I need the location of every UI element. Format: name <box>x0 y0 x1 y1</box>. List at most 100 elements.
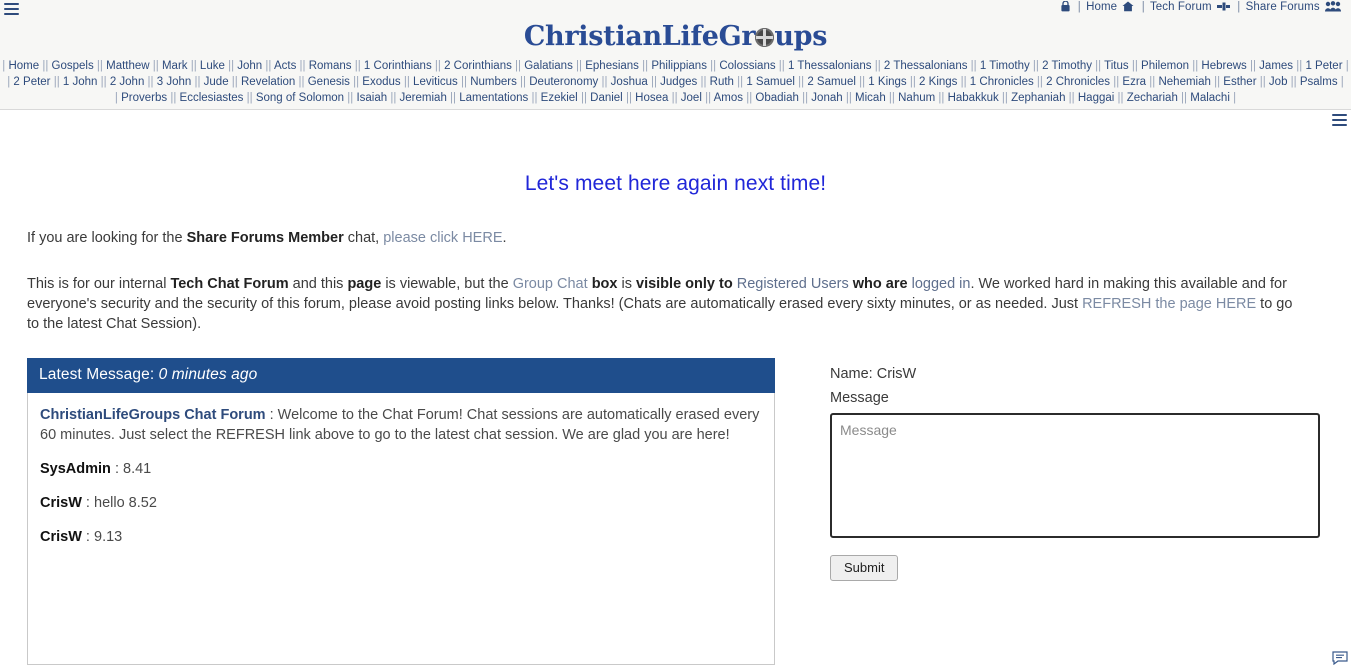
book-nav-item[interactable]: Zephaniah <box>1008 92 1069 104</box>
book-nav-item[interactable]: Song of Solomon <box>253 92 348 104</box>
book-nav-item[interactable]: Isaiah <box>353 92 390 104</box>
book-nav-item[interactable]: Psalms <box>1297 76 1341 88</box>
book-nav-item[interactable]: Hebrews <box>1198 60 1250 72</box>
book-nav-item[interactable]: Haggai <box>1075 92 1118 104</box>
book-nav-item[interactable]: Exodus <box>359 76 404 88</box>
chat-panel-header: Latest Message: 0 minutes ago <box>27 358 775 393</box>
chat-message-author[interactable]: ChristianLifeGroups Chat Forum <box>40 407 266 423</box>
top-nav-tech-forum[interactable]: Tech Forum <box>1150 1 1212 13</box>
book-nav-item[interactable]: Proverbs <box>118 92 170 104</box>
book-nav-item[interactable]: 1 Timothy <box>977 60 1033 72</box>
book-nav-item[interactable]: 2 Thessalonians <box>881 60 971 72</box>
hamburger-bar <box>1332 124 1347 126</box>
book-nav-item[interactable]: Zechariah <box>1124 92 1182 104</box>
book-nav-item[interactable]: Ephesians <box>582 60 642 72</box>
book-nav-item[interactable]: Nehemiah <box>1155 76 1214 88</box>
book-nav-item[interactable]: Deuteronomy <box>526 76 601 88</box>
book-nav-item[interactable]: 1 Kings <box>865 76 910 88</box>
nav-separator: | <box>1237 1 1241 13</box>
book-nav-item[interactable]: Luke <box>197 60 228 72</box>
book-nav-item[interactable]: Lamentations <box>456 92 531 104</box>
desc-bold-page: page <box>347 276 382 292</box>
book-nav-item[interactable]: Home <box>5 60 42 72</box>
book-nav-item[interactable]: Romans <box>306 60 355 72</box>
hamburger-menu-icon[interactable] <box>4 3 19 18</box>
book-nav-item[interactable]: 2 John <box>107 76 148 88</box>
book-nav-item[interactable]: Joel <box>678 92 706 104</box>
book-nav-item[interactable]: Mark <box>159 60 191 72</box>
book-nav-item[interactable]: Ezekiel <box>537 92 580 104</box>
site-logo-area: ChristianLifeGr ups <box>0 18 1351 58</box>
please-click-here-link[interactable]: please click HERE <box>383 230 502 246</box>
chat-bubble-icon[interactable] <box>1332 651 1348 666</box>
book-nav-item[interactable]: Obadiah <box>752 92 802 104</box>
book-nav-item[interactable]: Titus <box>1101 60 1132 72</box>
book-nav-item[interactable]: Judges <box>657 76 700 88</box>
logged-in-link[interactable]: logged in <box>912 276 971 292</box>
book-nav-item[interactable]: Malachi <box>1187 92 1233 104</box>
book-nav-item[interactable]: Genesis <box>305 76 354 88</box>
book-nav-item[interactable]: 1 Peter <box>1302 60 1345 72</box>
page-menu-icon[interactable] <box>1332 114 1347 129</box>
book-nav-item[interactable]: 3 John <box>154 76 195 88</box>
hamburger-bar <box>1332 119 1347 121</box>
book-nav-item[interactable]: 1 Samuel <box>743 76 798 88</box>
book-nav-item[interactable]: Job <box>1266 76 1291 88</box>
book-nav-item[interactable]: Numbers <box>467 76 520 88</box>
book-nav-item[interactable]: Philemon <box>1138 60 1192 72</box>
book-nav-item[interactable]: Leviticus <box>410 76 461 88</box>
site-logo[interactable]: ChristianLifeGr ups <box>524 20 828 54</box>
book-nav-item[interactable]: 1 Thessalonians <box>785 60 875 72</box>
top-nav-home[interactable]: Home <box>1086 1 1117 13</box>
book-nav-item[interactable]: Jeremiah <box>396 92 450 104</box>
registered-users-link[interactable]: Registered Users <box>737 276 849 292</box>
book-nav-item[interactable]: Ecclesiastes <box>176 92 246 104</box>
lock-icon <box>1061 0 1070 15</box>
book-nav-item[interactable]: Acts <box>271 60 299 72</box>
header-divider <box>0 109 1351 110</box>
book-nav-item[interactable]: 1 Corinthians <box>361 60 435 72</box>
book-nav-item[interactable]: Ezra <box>1119 76 1149 88</box>
book-nav-item[interactable]: Nahum <box>895 92 938 104</box>
submit-button[interactable]: Submit <box>830 555 899 581</box>
book-nav-item[interactable]: Hosea <box>632 92 672 104</box>
book-nav-item[interactable]: 2 Timothy <box>1039 60 1095 72</box>
group-chat-link[interactable]: Group Chat <box>513 276 588 292</box>
chat-message: SysAdmin : 8.41 <box>40 459 762 479</box>
chat-message-text: 9.13 <box>94 529 123 545</box>
desc-text-1: This is for our internal <box>27 276 171 292</box>
book-nav-item[interactable]: Philippians <box>648 60 710 72</box>
desc-text-5: is <box>617 276 636 292</box>
book-nav-item[interactable]: 2 Kings <box>916 76 961 88</box>
chat-message-list: ChristianLifeGroups Chat Forum : Welcome… <box>28 393 774 547</box>
book-nav-item[interactable]: Galatians <box>521 60 576 72</box>
book-nav-item[interactable]: 2 Corinthians <box>441 60 515 72</box>
book-nav-item[interactable]: Colossians <box>716 60 779 72</box>
book-nav-item[interactable]: James <box>1256 60 1296 72</box>
book-nav-item[interactable]: 2 Peter <box>10 76 53 88</box>
book-nav-item[interactable]: Gospels <box>48 60 97 72</box>
book-nav-item[interactable]: Daniel <box>587 92 626 104</box>
book-nav-item[interactable]: 1 Chronicles <box>967 76 1037 88</box>
chat-message-author: CrisW <box>40 529 82 545</box>
top-nav-share-forums[interactable]: Share Forums <box>1246 1 1320 13</box>
book-nav-item[interactable]: John <box>234 60 265 72</box>
refresh-page-here-link[interactable]: REFRESH the page HERE <box>1082 296 1256 312</box>
book-nav-item[interactable]: Ruth <box>706 76 737 88</box>
book-nav-item[interactable]: Micah <box>852 92 889 104</box>
book-nav-item[interactable]: Jonah <box>808 92 846 104</box>
book-nav-item[interactable]: Amos <box>711 92 746 104</box>
book-nav-item[interactable]: Jude <box>200 76 231 88</box>
book-nav-item[interactable]: Habakkuk <box>944 92 1002 104</box>
book-nav-item[interactable]: Matthew <box>103 60 153 72</box>
book-nav-item[interactable]: Revelation <box>238 76 299 88</box>
book-nav-item[interactable]: 1 John <box>60 76 101 88</box>
book-nav-item[interactable]: 2 Chronicles <box>1043 76 1113 88</box>
hamburger-bar <box>1332 114 1347 116</box>
book-nav-item[interactable]: Esther <box>1220 76 1260 88</box>
message-input[interactable] <box>830 413 1320 538</box>
nav-separator: | <box>1345 60 1349 72</box>
book-nav-item[interactable]: 2 Samuel <box>804 76 859 88</box>
book-nav-item[interactable]: Joshua <box>607 76 650 88</box>
chat-form-column: Name: CrisW Message Submit <box>830 358 1324 665</box>
